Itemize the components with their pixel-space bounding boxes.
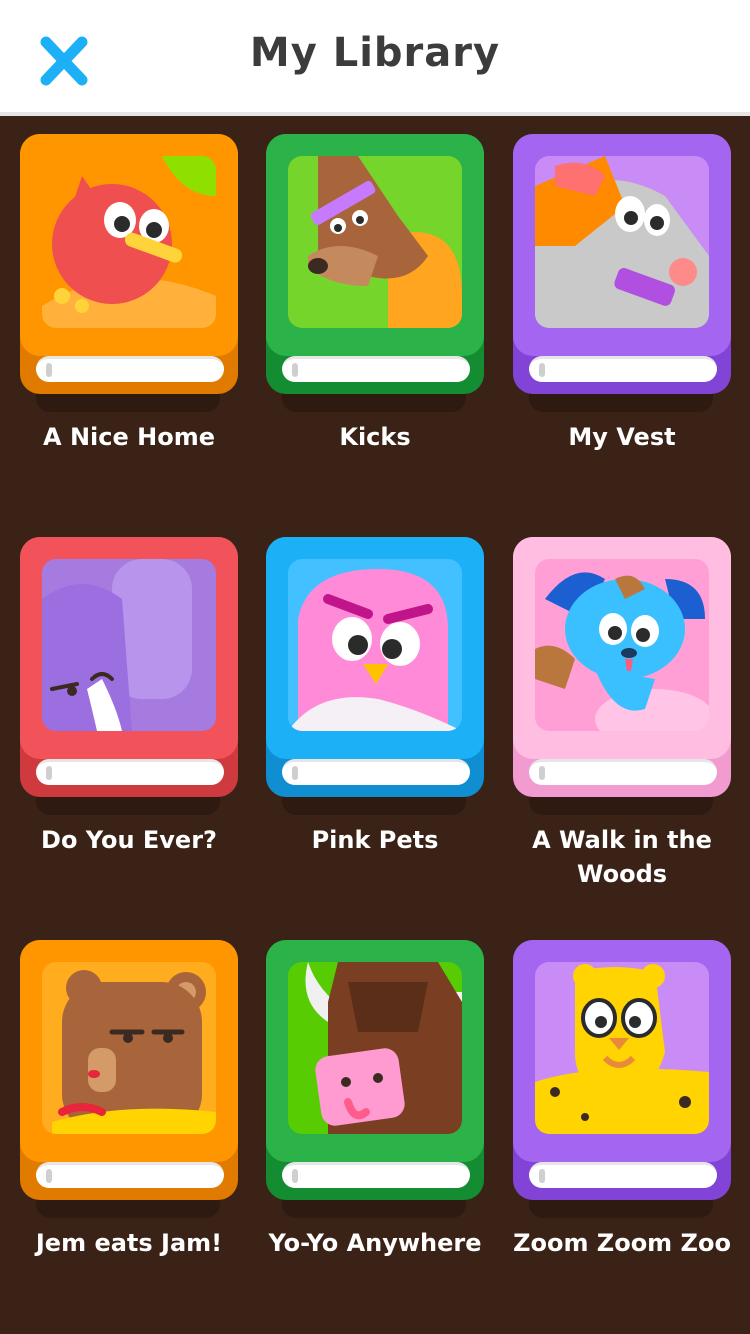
book-pages bbox=[282, 356, 470, 382]
book-pages bbox=[529, 356, 717, 382]
possum-illustration bbox=[535, 156, 709, 328]
book-title: Jem eats Jam! bbox=[35, 1229, 223, 1257]
bird-illustration bbox=[42, 156, 216, 328]
book-title: Kicks bbox=[339, 423, 411, 451]
cheetah-illustration bbox=[535, 962, 709, 1134]
book-title: Pink Pets bbox=[311, 826, 439, 854]
book-pages bbox=[529, 1162, 717, 1188]
bear-illustration bbox=[42, 962, 216, 1134]
elephant-illustration bbox=[42, 559, 216, 731]
book-pages bbox=[36, 1162, 224, 1188]
top-bar: My Library bbox=[0, 0, 750, 116]
page-title: My Library bbox=[249, 30, 501, 76]
kangaroo-illustration bbox=[288, 156, 462, 328]
dog-illustration bbox=[535, 559, 709, 731]
book-pages bbox=[36, 759, 224, 785]
pink-bird-illustration bbox=[288, 559, 462, 731]
book-title: A Nice Home bbox=[43, 423, 215, 451]
book-pages bbox=[282, 1162, 470, 1188]
book-title: Yo-Yo Anywhere bbox=[268, 1229, 482, 1257]
book-title: A Walk in the Woods bbox=[532, 826, 712, 888]
book-pages bbox=[529, 759, 717, 785]
yak-illustration bbox=[288, 962, 462, 1134]
book-title: Zoom Zoom Zoo bbox=[513, 1229, 731, 1257]
book-pages bbox=[282, 759, 470, 785]
book-title: Do You Ever? bbox=[41, 826, 217, 854]
book-title: My Vest bbox=[568, 423, 676, 451]
book-pages bbox=[36, 356, 224, 382]
